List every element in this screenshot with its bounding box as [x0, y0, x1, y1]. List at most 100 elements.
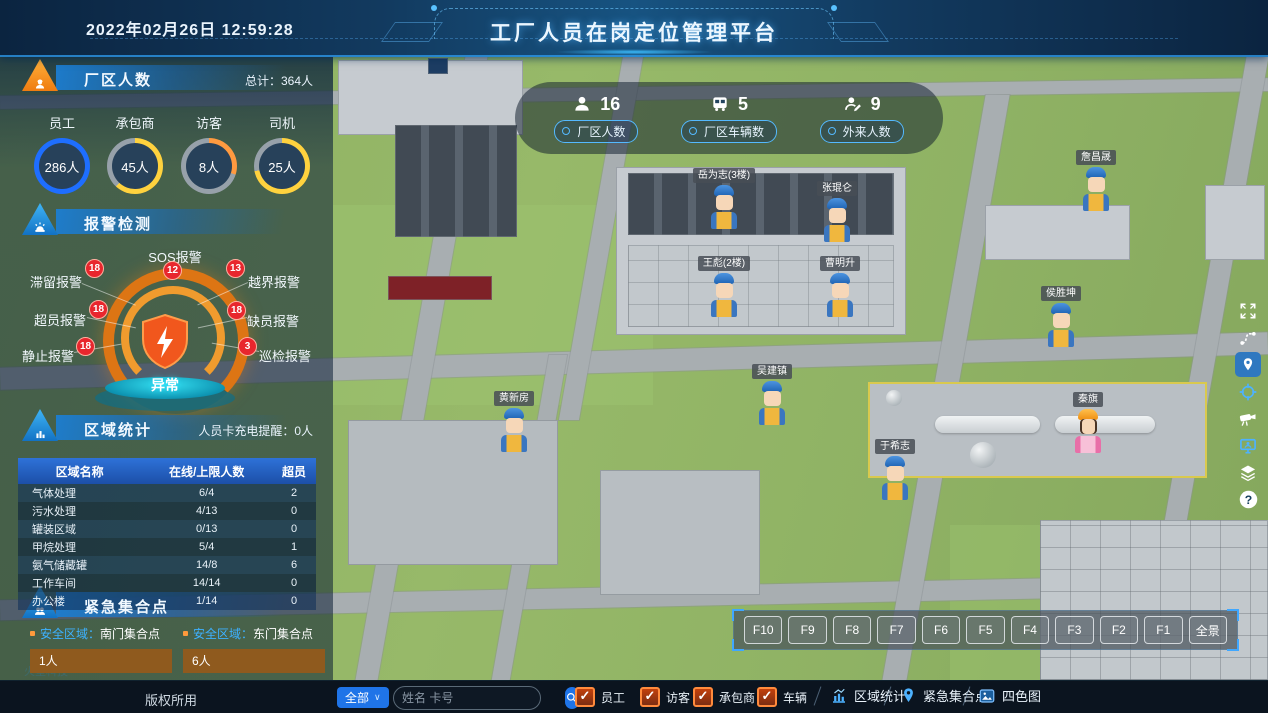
svg-text:?: ? [1244, 493, 1251, 507]
person-marker[interactable]: 吴建镇 [740, 364, 804, 427]
layers-icon [1238, 463, 1258, 483]
table-header-row: 区域名称 在线/上限人数 超员 [18, 458, 316, 484]
sphere-tank [886, 390, 902, 406]
person-marker[interactable]: 张琨仑 [805, 181, 869, 244]
person-marker[interactable]: 曹明升 [808, 256, 872, 319]
table-row[interactable]: 氨气储藏罐14/86 [18, 556, 316, 574]
ring-value: 25人 [268, 157, 295, 176]
total-count: 总计：364人 [245, 72, 313, 89]
cell: 6/4 [141, 484, 272, 502]
filter-all-dropdown[interactable]: 全部 ∨ [337, 687, 389, 708]
bullet-dot [183, 631, 188, 636]
layers-button[interactable] [1235, 460, 1261, 485]
search-input[interactable] [394, 691, 565, 705]
cell: 0 [272, 520, 316, 538]
search-box[interactable] [393, 686, 541, 710]
fullscreen-icon [1238, 301, 1258, 321]
assembly-count-bar[interactable]: 6人 [183, 649, 325, 673]
locate-target-button[interactable] [1235, 379, 1261, 404]
floor-button-f7[interactable]: F7 [877, 616, 915, 644]
link-label: 区域统计 [854, 686, 906, 705]
assembly-count-bar[interactable]: 1人 [30, 649, 172, 673]
bottom-bar: 版权所用 全部 ∨ ✓员工 ✓访客 ✓承包商 ✓车辆 区域统计 紧急集合点 四 [0, 680, 1268, 713]
monitor-button[interactable] [1235, 433, 1261, 458]
stat-value: 5 [738, 94, 748, 115]
cell: 甲烷处理 [18, 538, 141, 556]
ring-value: 8人 [199, 157, 219, 176]
checkbox-visitors[interactable]: ✓访客 [640, 687, 690, 707]
checkbox-checked-icon: ✓ [640, 687, 660, 707]
link-label: 四色图 [1002, 686, 1041, 705]
alarm-shield-icon [137, 312, 193, 377]
worker-avatar-icon [878, 456, 912, 502]
checkbox-checked-icon: ✓ [693, 687, 713, 707]
table-row[interactable]: 罐装区域0/130 [18, 520, 316, 538]
four-color-map-link[interactable]: 四色图 [978, 686, 1041, 705]
floor-button-f9[interactable]: F9 [788, 616, 826, 644]
person-marker[interactable]: 秦旗 [1056, 392, 1120, 455]
person-marker[interactable]: 于希志 [863, 439, 927, 502]
checkbox-vehicles[interactable]: ✓车辆 [757, 687, 807, 707]
alarm-item-label: 静止报警 [12, 346, 74, 365]
floor-button-f10[interactable]: F10 [744, 616, 782, 644]
location-pin-icon [1239, 356, 1257, 374]
building-red [388, 276, 492, 300]
person-name-tag: 詹昌晟 [1076, 150, 1116, 165]
person-name-tag: 王彪(2楼) [698, 256, 750, 271]
alarm-center-label: 异常 [105, 375, 225, 395]
route-button[interactable] [1235, 325, 1261, 350]
section-title: 报警检测 [84, 213, 152, 234]
col-online-limit: 在线/上限人数 [141, 458, 272, 484]
worker-avatar-icon [1044, 303, 1078, 349]
fullscreen-button[interactable] [1235, 298, 1261, 323]
floor-button-f4[interactable]: F4 [1011, 616, 1049, 644]
table-row[interactable]: 甲烷处理5/41 [18, 538, 316, 556]
cell: 4/13 [141, 502, 272, 520]
checkbox-label: 车辆 [783, 689, 807, 706]
person-marker[interactable]: 詹昌晟 [1064, 150, 1128, 213]
stat-factory-people: 16 厂区人数 [554, 94, 638, 143]
factory-count-header: 厂区人数 总计：364人 [14, 63, 323, 93]
person-marker[interactable]: 岳为志(3楼) [692, 168, 756, 231]
help-button[interactable]: ? [1235, 487, 1261, 512]
cell: 0 [272, 574, 316, 592]
region-stats-link[interactable]: 区域统计 [830, 686, 906, 705]
worker-avatar-icon [707, 273, 741, 319]
section-title: 厂区人数 [84, 69, 152, 90]
alarm-count-badge: 18 [76, 337, 95, 356]
stat-label[interactable]: 厂区车辆数 [681, 120, 777, 143]
floor-button-f6[interactable]: F6 [922, 616, 960, 644]
checkbox-contractors[interactable]: ✓承包商 [693, 687, 755, 707]
person-marker[interactable]: 王彪(2楼) [692, 256, 756, 319]
stat-label[interactable]: 厂区人数 [554, 120, 638, 143]
checkbox-employees[interactable]: ✓员工 [575, 687, 625, 707]
table-row[interactable]: 工作车间14/140 [18, 574, 316, 592]
cell: 污水处理 [18, 502, 141, 520]
card-charge-reminder: 人员卡充电提醒：0人 [198, 422, 313, 439]
donut-ring: 45人 [107, 138, 163, 194]
floor-button-f1[interactable]: F1 [1144, 616, 1182, 644]
floor-button-f2[interactable]: F2 [1100, 616, 1138, 644]
person-marker[interactable]: 侯胜坤 [1029, 286, 1093, 349]
floor-button-f3[interactable]: F3 [1055, 616, 1093, 644]
floor-button-f8[interactable]: F8 [833, 616, 871, 644]
cell: 14/14 [141, 574, 272, 592]
person-marker[interactable]: 黄新房 [482, 391, 546, 454]
alarm-count-badge: 12 [163, 261, 182, 280]
worker-badge-icon [22, 59, 58, 91]
col-over-capacity: 超员 [272, 458, 316, 484]
worker-avatar-icon [755, 381, 789, 427]
assembly-points-link[interactable]: 紧急集合点 [900, 686, 988, 705]
table-row[interactable]: 气体处理6/42 [18, 484, 316, 502]
dropdown-value: 全部 [345, 689, 369, 706]
table-row[interactable]: 污水处理4/130 [18, 502, 316, 520]
floor-button-panorama[interactable]: 全景 [1189, 616, 1227, 644]
worker-avatar-icon [820, 198, 854, 244]
worker-avatar-icon [1071, 409, 1105, 455]
location-button[interactable] [1235, 352, 1261, 377]
cell: 0 [272, 502, 316, 520]
floor-button-f5[interactable]: F5 [966, 616, 1004, 644]
section-title: 区域统计 [84, 419, 152, 440]
stat-label[interactable]: 外来人数 [820, 120, 904, 143]
camera-button[interactable] [1235, 406, 1261, 431]
